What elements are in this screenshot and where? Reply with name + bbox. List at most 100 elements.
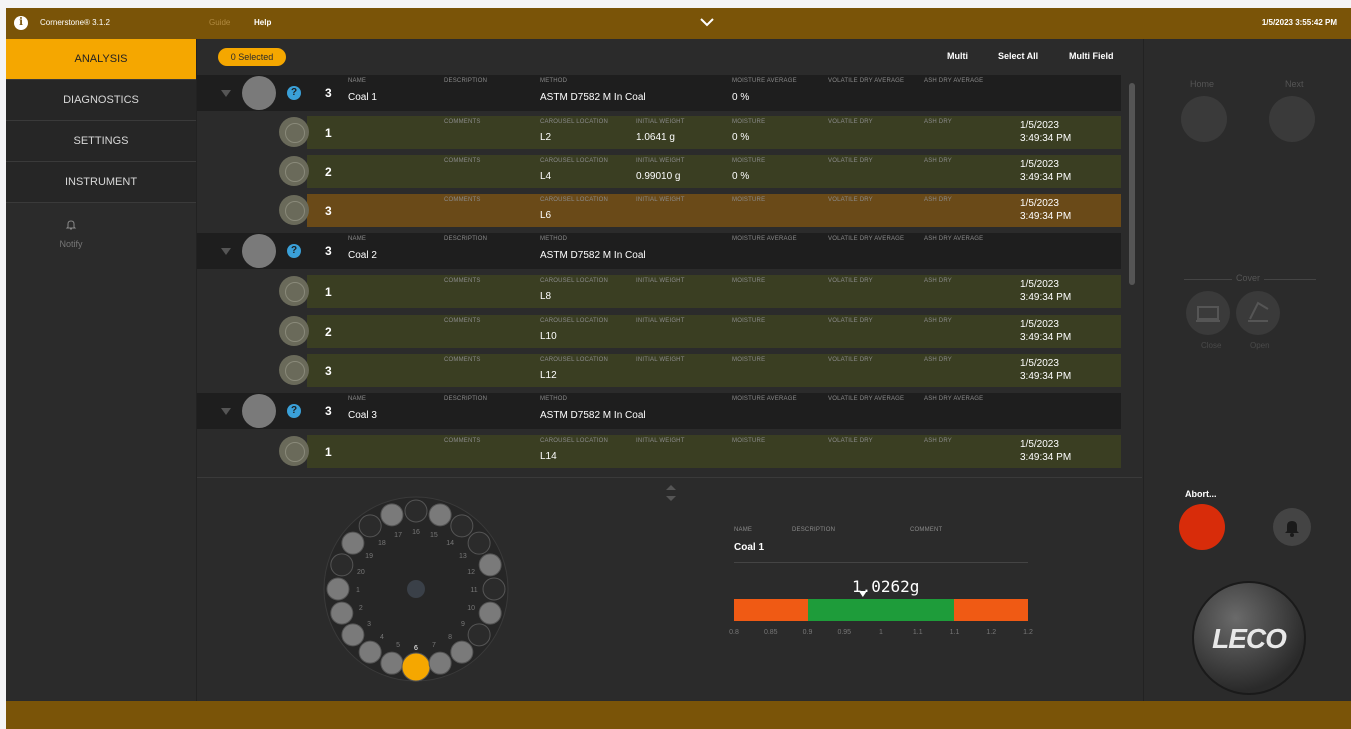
- chevron-down-icon[interactable]: [699, 14, 715, 30]
- carousel-slot-10[interactable]: [478, 601, 502, 625]
- sample-status-circle: [279, 195, 309, 225]
- expand-triangle-icon[interactable]: [221, 90, 231, 97]
- sample-row[interactable]: 2 COMMENTS CAROUSEL LOCATION L10 INITIAL…: [279, 315, 1121, 348]
- carousel-slot-17[interactable]: [380, 503, 404, 527]
- splitter-arrows-icon[interactable]: [664, 483, 678, 503]
- carousel-label-8: 8: [448, 634, 452, 641]
- carousel-slot-7[interactable]: [428, 651, 452, 675]
- volatile-dry-label: VOLATILE DRY: [828, 278, 873, 284]
- carousel-location: L2: [540, 132, 552, 143]
- sample-row[interactable]: 3 COMMENTS CAROUSEL LOCATION L12 INITIAL…: [279, 354, 1121, 387]
- carousel-slot-2[interactable]: [330, 601, 354, 625]
- help-icon[interactable]: ?: [287, 404, 301, 418]
- carousel-label-18: 18: [378, 540, 386, 547]
- comments-label: COMMENTS: [444, 158, 481, 164]
- cover-close-button[interactable]: [1186, 291, 1230, 335]
- home-button[interactable]: [1181, 96, 1227, 142]
- initial-weight-label: INITIAL WEIGHT: [636, 197, 685, 203]
- sample-row[interactable]: 1 COMMENTS CAROUSEL LOCATION L8 INITIAL …: [279, 275, 1121, 308]
- carousel-slot-8[interactable]: [450, 640, 474, 664]
- sample-date: 1/5/2023: [1020, 120, 1059, 131]
- expand-triangle-icon[interactable]: [221, 408, 231, 415]
- carousel-label-6: 6: [414, 645, 418, 652]
- notify-button[interactable]: Notify: [6, 219, 136, 249]
- nav-settings[interactable]: SETTINGS: [6, 121, 196, 162]
- next-label: Next: [1285, 79, 1304, 89]
- group-row[interactable]: ? 3 NAME Coal 2 DESCRIPTION METHOD ASTM …: [197, 233, 1121, 269]
- carousel-slot-16[interactable]: [404, 499, 428, 523]
- nav-analysis[interactable]: ANALYSIS: [6, 39, 196, 80]
- carousel-slot-15[interactable]: [428, 503, 452, 527]
- carousel-slot-13[interactable]: [467, 531, 491, 555]
- moisture-label: MOISTURE: [732, 158, 766, 164]
- sample-time: 3:49:34 PM: [1020, 292, 1072, 303]
- guide-menu[interactable]: Guide: [209, 18, 230, 27]
- moisture-label: MOISTURE: [732, 357, 766, 363]
- carousel-slot-4[interactable]: [358, 640, 382, 664]
- ash-dry-label: ASH DRY: [924, 197, 952, 203]
- nav-diagnostics[interactable]: DIAGNOSTICS: [6, 80, 196, 121]
- info-icon[interactable]: i: [14, 16, 28, 30]
- carousel-label-3: 3: [367, 621, 371, 628]
- list-scrollbar[interactable]: [1129, 83, 1135, 285]
- next-button[interactable]: [1269, 96, 1315, 142]
- group-count: 3: [325, 244, 332, 258]
- group-count: 3: [325, 404, 332, 418]
- sample-row[interactable]: 1 COMMENTS CAROUSEL LOCATION L2 INITIAL …: [279, 116, 1121, 149]
- abort-button[interactable]: [1179, 504, 1225, 550]
- selected-count-badge[interactable]: 0 Selected: [218, 48, 286, 66]
- carousel-diagram[interactable]: 12345 6 7891011121314151617181920: [310, 489, 510, 699]
- sample-number: 2: [325, 325, 332, 339]
- group-row[interactable]: ? 3 NAME Coal 3 DESCRIPTION METHOD ASTM …: [197, 393, 1121, 429]
- carousel-location-label: CAROUSEL LOCATION: [540, 119, 609, 125]
- carousel-location-label: CAROUSEL LOCATION: [540, 278, 609, 284]
- carousel-slot-11[interactable]: [482, 577, 506, 601]
- ash-dry-label: ASH DRY: [924, 318, 952, 324]
- right-panel: Home Next Cover Close Open Abort... LECO: [1143, 39, 1351, 701]
- cover-open-button[interactable]: [1236, 291, 1280, 335]
- carousel-slot-3[interactable]: [341, 623, 365, 647]
- sample-time: 3:49:34 PM: [1020, 133, 1072, 144]
- initial-weight-label: INITIAL WEIGHT: [636, 158, 685, 164]
- carousel-slot-12[interactable]: [478, 553, 502, 577]
- name-label: NAME: [348, 236, 367, 242]
- sample-row-selected[interactable]: 3 COMMENTS CAROUSEL LOCATION L6 INITIAL …: [279, 194, 1121, 227]
- sample-list[interactable]: ? 3 NAME Coal 1 DESCRIPTION METHOD ASTM …: [197, 75, 1142, 475]
- sample-time: 3:49:34 PM: [1020, 211, 1072, 222]
- sample-row[interactable]: 2 COMMENTS CAROUSEL LOCATION L4 INITIAL …: [279, 155, 1121, 188]
- group-name: Coal 1: [348, 92, 377, 103]
- carousel-slot-6[interactable]: [401, 652, 431, 682]
- sample-row[interactable]: 1 COMMENTS CAROUSEL LOCATION L14 INITIAL…: [279, 435, 1121, 468]
- carousel-slot-18[interactable]: [358, 514, 382, 538]
- expand-triangle-icon[interactable]: [221, 248, 231, 255]
- sample-number: 1: [325, 445, 332, 459]
- name-label: NAME: [348, 78, 367, 84]
- help-menu[interactable]: Help: [254, 18, 271, 27]
- multi-field-button[interactable]: Multi Field: [1069, 51, 1114, 61]
- sample-date: 1/5/2023: [1020, 358, 1059, 369]
- close-label: Close: [1201, 341, 1222, 350]
- moisture-avg-label: MOISTURE AVERAGE: [732, 396, 797, 402]
- carousel-slot-9[interactable]: [467, 623, 491, 647]
- carousel-slot-5[interactable]: [380, 651, 404, 675]
- select-all-button[interactable]: Select All: [998, 51, 1038, 61]
- app-name: Cornerstone® 3.1.2: [40, 18, 110, 27]
- alarm-button[interactable]: [1273, 508, 1311, 546]
- carousel-slot-20[interactable]: [330, 553, 354, 577]
- carousel-slot-14[interactable]: [450, 514, 474, 538]
- volatile-dry-label: VOLATILE DRY: [828, 318, 873, 324]
- group-row[interactable]: ? 3 NAME Coal 1 DESCRIPTION METHOD ASTM …: [197, 75, 1121, 111]
- scale-tick-label: 1.2: [1023, 629, 1033, 636]
- carousel-label-7: 7: [432, 642, 436, 649]
- help-icon[interactable]: ?: [287, 244, 301, 258]
- sample-status-circle: [279, 156, 309, 186]
- nav-instrument[interactable]: INSTRUMENT: [6, 162, 196, 203]
- help-icon[interactable]: ?: [287, 86, 301, 100]
- volatile-dry-avg-label: VOLATILE DRY AVERAGE: [828, 236, 905, 242]
- group-status-circle: [242, 394, 276, 428]
- description-label: DESCRIPTION: [444, 236, 488, 242]
- multi-button[interactable]: Multi: [947, 51, 968, 61]
- carousel-slot-19[interactable]: [341, 531, 365, 555]
- carousel-location: L12: [540, 370, 557, 381]
- carousel-slot-1[interactable]: [326, 577, 350, 601]
